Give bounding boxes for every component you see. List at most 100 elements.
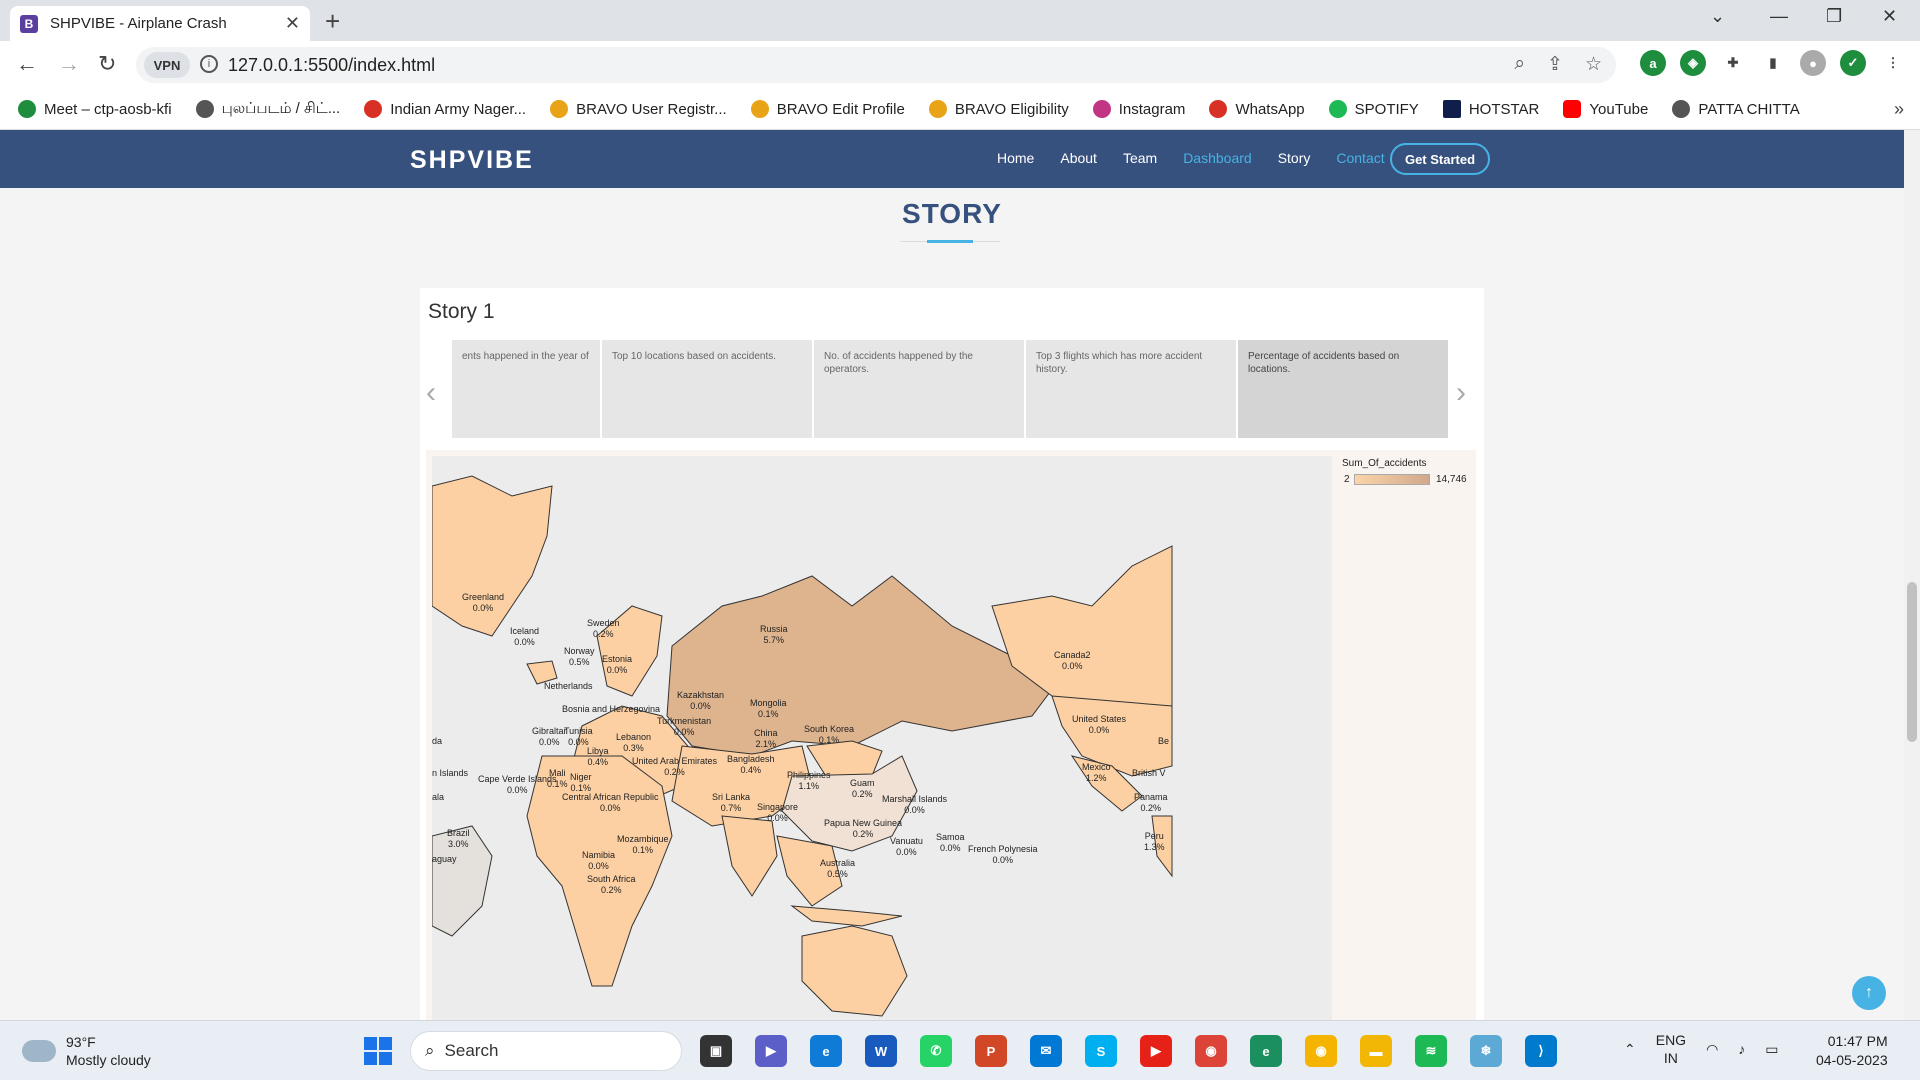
language-indicator[interactable]: ENG IN [1656,1031,1686,1067]
nav-home[interactable]: Home [997,150,1034,166]
menu-kebab-icon[interactable]: ⋮ [1880,50,1906,76]
media-player-icon[interactable]: ▶ [1140,1035,1172,1067]
reload-icon[interactable]: ↻ [98,51,116,77]
windows-start-icon[interactable] [364,1037,392,1065]
nav-team[interactable]: Team [1123,150,1157,166]
bookmark-item[interactable]: Instagram [1092,100,1185,118]
side-panel-icon[interactable]: ▮ [1760,50,1786,76]
country-label: Kazakhstan 0.0% [677,690,725,711]
story-point[interactable]: No. of accidents happened by the operato… [814,340,1024,438]
task-view-icon[interactable]: ▣ [700,1035,732,1067]
scrollbar-thumb[interactable] [1907,582,1917,742]
page-scrollbar[interactable] [1904,130,1920,1020]
story-next-arrow-icon[interactable]: › [1456,376,1466,410]
vscode-icon[interactable]: ⟩ [1525,1035,1557,1067]
bookmark-item[interactable]: BRAVO User Registr... [550,100,727,118]
nav-story[interactable]: Story [1278,150,1311,166]
nav-dashboard[interactable]: Dashboard [1183,150,1252,166]
spotify-icon[interactable]: ≋ [1415,1035,1447,1067]
title-divider-accent [927,240,973,243]
back-to-top-button[interactable]: ↑ [1852,976,1886,1010]
clock[interactable]: 01:47 PM 04-05-2023 [1816,1032,1888,1070]
weather-widget[interactable]: 93°F Mostly cloudy [22,1033,151,1069]
bookmark-item[interactable]: HOTSTAR [1442,100,1539,118]
bookmark-item[interactable]: YouTube [1563,100,1648,118]
chrome-icon[interactable]: ◉ [1195,1035,1227,1067]
vpn-badge[interactable]: VPN [144,52,190,78]
file-explorer-icon[interactable]: ▬ [1360,1035,1392,1067]
zoom-icon[interactable]: ⌕ [1514,53,1525,76]
mail-icon[interactable]: ✉ [1030,1035,1062,1067]
world-map[interactable]: Greenland 0.0% Iceland 0.0% Sweden 0.2% Nor… [432,456,1332,1020]
bookmark-star-icon[interactable]: ☆ [1585,53,1602,76]
page-viewport: SHPVIBE Home About Team Dashboard Story … [0,130,1904,1020]
tab-close-icon[interactable]: ✕ [285,13,300,34]
check-shield-icon[interactable]: ✓ [1840,50,1866,76]
bookmark-item[interactable]: புலப்படம் / சிட்... [195,100,340,119]
restore-icon[interactable]: ❐ [1826,6,1842,27]
nav-contact[interactable]: Contact [1336,150,1384,166]
edge-icon[interactable]: e [810,1035,842,1067]
bookmark-item[interactable]: SPOTIFY [1328,100,1419,118]
volume-icon[interactable]: ♪ [1738,1041,1745,1057]
tab-title: SHPVIBE - Airplane Crash [50,15,227,32]
shield-extension-icon[interactable]: ◈ [1680,50,1706,76]
country-label: Mozambique 0.1% [617,834,669,855]
army-icon [364,100,383,118]
site-logo[interactable]: SHPVIBE [410,146,534,175]
forward-arrow-icon[interactable]: → [58,51,80,77]
taskbar-search[interactable]: ⌕ Search [410,1031,682,1071]
story-title: Story 1 [428,300,495,323]
story-point-selected[interactable]: Percentage of accidents based on locatio… [1238,340,1448,438]
bookmark-item[interactable]: WhatsApp [1209,100,1305,118]
browser-tab[interactable]: B SHPVIBE - Airplane Crash ✕ [10,6,310,41]
powerpoint-icon[interactable]: P [975,1035,1007,1067]
bookmark-item[interactable]: Indian Army Nager... [364,100,526,118]
bookmarks-overflow-icon[interactable]: » [1894,99,1904,120]
a-extension-icon[interactable]: a [1640,50,1666,76]
land-india [721,815,778,897]
story-point[interactable]: Top 10 locations based on accidents. [602,340,812,438]
word-icon[interactable]: W [865,1035,897,1067]
window-close-icon[interactable]: ✕ [1882,6,1897,27]
story-prev-arrow-icon[interactable]: ‹ [426,376,436,410]
cloud-icon [22,1040,56,1062]
story-point[interactable]: ents happened in the year of [452,340,600,438]
teams-icon[interactable]: ▶ [755,1035,787,1067]
edge-dev-icon[interactable]: e [1250,1035,1282,1067]
whatsapp-icon[interactable]: ✆ [920,1035,952,1067]
country-label: Panama 0.2% [1134,792,1168,813]
minimize-icon[interactable]: — [1770,6,1788,27]
country-label: Philippines 1.1% [787,770,831,791]
country-label: Australia 0.5% [820,858,856,879]
chevron-down-icon[interactable]: ⌄ [1710,6,1725,27]
chevron-up-icon[interactable]: ⌃ [1624,1041,1636,1058]
omnibox[interactable]: VPN i 127.0.0.1:5500/index.html ⌕ ⇪ ☆ [136,47,1616,83]
url-text[interactable]: 127.0.0.1:5500/index.html [228,55,435,76]
system-tray: ⌃ ENG IN ◠ ♪ ▭ [1624,1031,1779,1067]
bookmark-item[interactable]: BRAVO Edit Profile [750,100,905,118]
globe-icon [195,100,214,118]
nav-about[interactable]: About [1060,150,1097,166]
country-label: Marshall Islands 0.0% [882,794,948,815]
profile-avatar-icon[interactable]: ● [1800,50,1826,76]
story-point[interactable]: Top 3 flights which has more accident hi… [1026,340,1236,438]
new-tab-icon[interactable]: + [325,6,340,37]
snowflake-app-icon[interactable]: ❄ [1470,1035,1502,1067]
instagram-icon [1092,100,1111,118]
bookmark-item[interactable]: BRAVO Eligibility [928,100,1069,118]
back-arrow-icon[interactable]: ← [16,51,38,77]
bookmark-item[interactable]: PATTA CHITTA [1672,100,1800,118]
share-icon[interactable]: ⇪ [1547,53,1563,76]
get-started-button[interactable]: Get Started [1390,143,1490,175]
country-label: Cape Verde Islands 0.0% [478,774,557,795]
site-info-icon[interactable]: i [200,55,218,73]
bookmark-item[interactable]: Meet – ctp-aosb-kfi [18,100,172,118]
chrome-canary-icon[interactable]: ◉ [1305,1035,1337,1067]
skype-icon[interactable]: S [1085,1035,1117,1067]
puzzle-extensions-icon[interactable]: ✚ [1720,50,1746,76]
pinned-apps: ▣ ▶ e W ✆ P ✉ S ▶ ◉ e ◉ ▬ ≋ ❄ ⟩ [700,1035,1557,1067]
wifi-icon[interactable]: ◠ [1706,1041,1718,1058]
battery-icon[interactable]: ▭ [1765,1041,1778,1058]
edge-label: Be [1158,736,1170,746]
